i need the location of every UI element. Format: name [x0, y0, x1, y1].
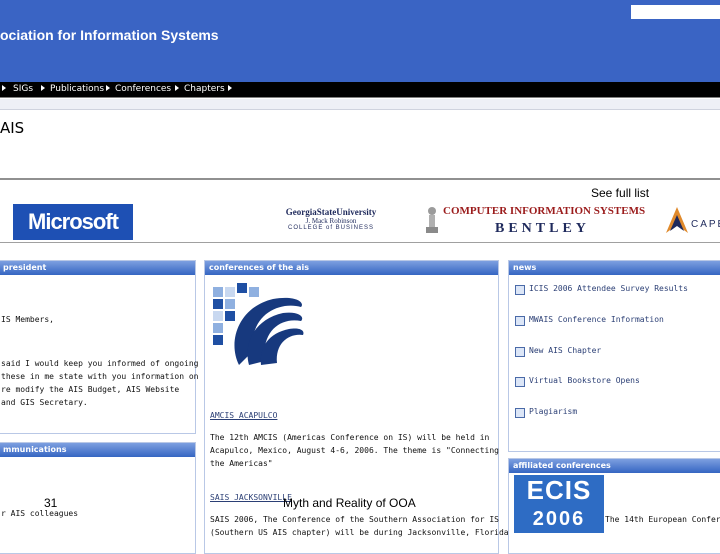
news-item-label: Plagiarism: [529, 407, 578, 416]
slide-title: Myth and Reality of OOA: [283, 496, 416, 510]
sais-line: (Southern US AIS chapter) will be during…: [210, 528, 514, 537]
communications-panel: mmunications r AIS colleagues: [0, 442, 196, 554]
main-nav: SIGs Publications Conferences Chapters: [0, 82, 720, 97]
president-line: these in me state with you information o…: [1, 372, 199, 381]
amcis-logo[interactable]: [209, 281, 305, 369]
page-title: AIS: [0, 119, 25, 137]
sub-nav-strip: [0, 99, 720, 110]
conferences-panel-title: conferences of the ais: [205, 261, 498, 275]
nav-arrow-icon: [2, 85, 6, 91]
sponsors-divider: [0, 242, 720, 243]
news-item-label: New AIS Chapter: [529, 346, 602, 355]
cape-emblem-icon: [666, 207, 688, 233]
nav-arrow-icon: [228, 85, 232, 91]
president-panel: president IS Members, said I would keep …: [0, 260, 199, 434]
see-full-list-link[interactable]: See full list: [591, 186, 649, 200]
document-icon: [515, 285, 525, 295]
nav-arrow-icon: [106, 85, 110, 91]
amcis-line: Acapulco, Mexico, August 4-6, 2006. The …: [210, 446, 499, 455]
microsoft-logo[interactable]: Microsoft: [13, 204, 133, 240]
bentley-name[interactable]: BENTLEY: [495, 221, 590, 237]
nav-divider: [0, 97, 720, 98]
document-icon: [515, 408, 525, 418]
gsu-name: GeorgiaStateUniversity: [285, 207, 377, 217]
bentley-emblem-icon: [426, 207, 438, 233]
news-item-label: MWAIS Conference Information: [529, 315, 664, 324]
gsu-school: J. Mack Robinson: [305, 217, 357, 225]
ecis-logo[interactable]: ECIS 2006: [514, 475, 604, 533]
news-item-label: ICIS 2006 Attendee Survey Results: [529, 284, 688, 293]
nav-item-chapters[interactable]: Chapters: [184, 84, 225, 94]
sais-line: SAIS 2006, The Conference of the Souther…: [210, 515, 499, 524]
sais-link[interactable]: SAIS JACKSONVILLE: [210, 493, 292, 502]
ecis-logo-text: ECIS: [526, 475, 592, 505]
president-line: IS Members,: [1, 315, 54, 324]
nav-item-conferences[interactable]: Conferences: [115, 84, 171, 94]
banner-search-box[interactable]: [631, 5, 720, 19]
gsu-college: COLLEGE of BUSINESS: [287, 225, 375, 231]
nav-item-sigs[interactable]: SIGs: [13, 84, 33, 94]
bentley-program[interactable]: COMPUTER INFORMATION SYSTEMS: [443, 205, 645, 217]
slide-number: 31: [44, 496, 58, 510]
document-icon: [515, 347, 525, 357]
nav-arrow-icon: [175, 85, 179, 91]
amcis-link[interactable]: AMCIS ACAPULCO: [210, 411, 277, 420]
nav-item-publications[interactable]: Publications: [50, 84, 104, 94]
amcis-line: The 12th AMCIS (Americas Conference on I…: [210, 433, 490, 442]
cape-name[interactable]: CAPE: [691, 219, 720, 230]
nav-arrow-icon: [41, 85, 45, 91]
heading-divider: [0, 178, 720, 180]
news-item-label: Virtual Bookstore Opens: [529, 376, 640, 385]
affiliated-line: The 14th European Confere: [605, 515, 720, 524]
document-icon: [515, 316, 525, 326]
news-panel: news ICIS 2006 Attendee Survey Results M…: [508, 260, 720, 452]
amcis-line: the Americas": [210, 459, 273, 468]
president-line: re modify the AIS Budget, AIS Website: [1, 385, 180, 394]
news-panel-title: news: [509, 261, 720, 275]
communications-panel-title: mmunications: [0, 443, 195, 457]
ecis-logo-year: 2006: [532, 508, 586, 530]
site-title: ociation for Information Systems: [0, 27, 219, 43]
president-line: and GIS Secretary.: [1, 398, 88, 407]
affiliated-panel-title: affiliated conferences: [509, 459, 720, 473]
site-banner: ociation for Information Systems: [0, 0, 720, 82]
communications-line: r AIS colleagues: [1, 509, 79, 518]
president-panel-title: president: [0, 261, 195, 275]
georgia-state-logo[interactable]: GeorgiaStateUniversity J. Mack Robinson …: [283, 207, 379, 231]
document-icon: [515, 377, 525, 387]
president-line: said I would keep you informed of ongoin…: [1, 359, 199, 368]
